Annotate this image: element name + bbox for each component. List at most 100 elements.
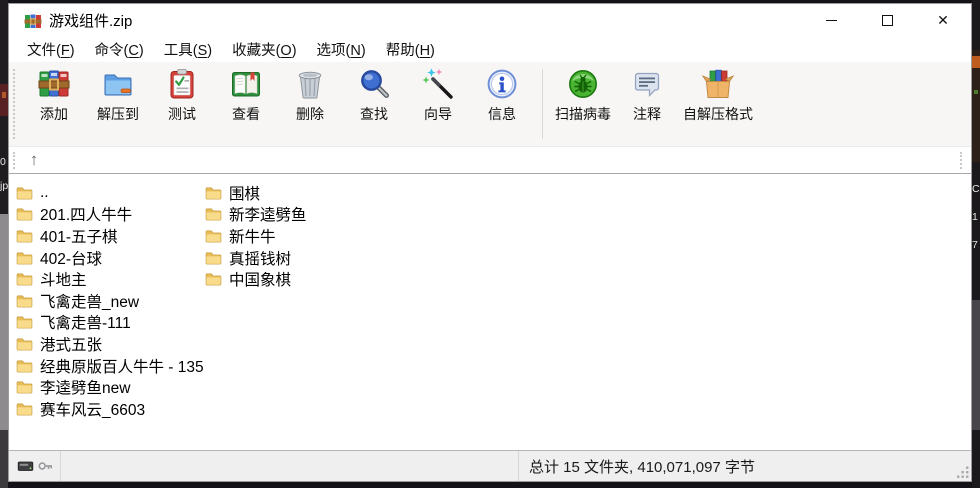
wizard-icon: [422, 68, 454, 100]
maximize-button[interactable]: [859, 4, 915, 37]
extract-to-button[interactable]: 解压到: [86, 67, 150, 124]
desktop-edge-right: C 1 7: [972, 0, 980, 488]
menu-mnemonic: F: [61, 43, 70, 59]
list-item[interactable]: 赛车风云_6603: [16, 398, 204, 420]
virus-scan-button[interactable]: 扫描病毒: [551, 67, 615, 124]
list-item-label: 中国象棋: [229, 268, 291, 290]
folder-icon: [16, 315, 33, 329]
address-bar: ↑: [9, 146, 971, 173]
list-item-label: 港式五张: [40, 333, 102, 355]
desktop-icon-fragment: [972, 50, 980, 162]
test-button[interactable]: 测试: [150, 67, 214, 124]
minimize-button[interactable]: [803, 4, 859, 37]
folder-icon: [205, 272, 222, 286]
delete-button[interactable]: 删除: [278, 67, 342, 124]
desktop-text-fragment: C: [972, 184, 980, 195]
list-item[interactable]: 飞禽走兽-111: [16, 312, 204, 334]
sfx-icon: [702, 68, 734, 100]
view-button[interactable]: 查看: [214, 67, 278, 124]
list-item[interactable]: 围棋: [205, 182, 307, 204]
file-list[interactable]: .. 201.四人牛牛 401-五子棋 402-台球 斗地主 飞禽走兽_new …: [9, 173, 971, 451]
toolbar-button-label: 查看: [232, 104, 260, 124]
folder-icon: [16, 294, 33, 308]
test-archive-icon: [166, 68, 198, 100]
add-archive-icon: [38, 68, 70, 100]
list-item-label: 飞禽走兽-111: [40, 311, 131, 333]
list-item-label: 围棋: [229, 182, 260, 204]
toolbar-button-label: 测试: [168, 104, 196, 124]
statusbar-icons-panel: [9, 451, 61, 481]
menu-label-part: 工具(: [164, 43, 198, 59]
list-item[interactable]: 中国象棋: [205, 268, 307, 290]
find-button[interactable]: 查找: [342, 67, 406, 124]
toolbar-button-label: 查找: [360, 104, 388, 124]
path-bar[interactable]: [49, 147, 971, 173]
folder-icon: [205, 207, 222, 221]
comment-icon: [631, 68, 663, 100]
winrar-archive-icon: [24, 13, 42, 29]
toolbar-separator: [542, 69, 543, 139]
toolbar-button-label: 信息: [488, 104, 516, 124]
list-item[interactable]: 斗地主: [16, 268, 204, 290]
toolbar-grip[interactable]: [13, 69, 15, 139]
maximize-icon: [882, 15, 893, 26]
close-button[interactable]: ✕: [915, 4, 971, 37]
menu-label-part: 命令(: [95, 43, 129, 59]
list-item[interactable]: 港式五张: [16, 333, 204, 355]
folder-icon: [205, 186, 222, 200]
list-item[interactable]: 新李逵劈鱼: [205, 204, 307, 226]
desktop-text-fragment: 7: [972, 240, 978, 251]
list-item-label: 401-五子棋: [40, 225, 118, 247]
menu-label-part: 选项(: [317, 43, 351, 59]
folder-icon: [16, 337, 33, 351]
list-item-label: 402-台球: [40, 247, 102, 269]
statusbar-middle-panel: [61, 451, 519, 481]
list-item[interactable]: 真摇钱树: [205, 247, 307, 269]
info-icon: [486, 68, 518, 100]
menu-label-part: 帮助(: [386, 43, 420, 59]
comment-button[interactable]: 注释: [615, 67, 679, 124]
menu-item-options[interactable]: 选项(N): [307, 37, 376, 62]
menu-mnemonic: S: [198, 43, 208, 59]
folder-icon: [16, 359, 33, 373]
list-item[interactable]: 新牛牛: [205, 225, 307, 247]
folder-icon: [16, 229, 33, 243]
list-item-parent-dir[interactable]: ..: [16, 182, 204, 204]
add-button[interactable]: 添加: [22, 67, 86, 124]
menu-item-help[interactable]: 帮助(H): [376, 37, 445, 62]
up-one-level-button[interactable]: ↑: [19, 148, 49, 172]
addressbar-grip-right[interactable]: [960, 152, 962, 169]
folder-icon: [16, 380, 33, 394]
list-item[interactable]: 李逵劈鱼new: [16, 376, 204, 398]
menu-item-file[interactable]: 文件(F): [17, 37, 85, 62]
list-item[interactable]: 401-五子棋: [16, 225, 204, 247]
virus-scan-icon: [567, 68, 599, 100]
desktop-text-fragment: 0: [0, 157, 6, 168]
menu-item-commands[interactable]: 命令(C): [85, 37, 154, 62]
info-button[interactable]: 信息: [470, 67, 534, 124]
list-item[interactable]: 飞禽走兽_new: [16, 290, 204, 312]
menu-item-favorites[interactable]: 收藏夹(O): [222, 37, 306, 62]
menu-label-part: ): [70, 43, 75, 59]
wizard-button[interactable]: 向导: [406, 67, 470, 124]
menu-label-part: ): [292, 43, 297, 59]
sfx-button[interactable]: 自解压格式: [679, 67, 757, 124]
view-file-icon: [230, 68, 262, 100]
drive-icon[interactable]: [17, 460, 34, 472]
key-icon[interactable]: [38, 460, 53, 472]
menu-label-part: ): [361, 43, 366, 59]
toolbar-button-label: 扫描病毒: [555, 104, 611, 124]
list-item[interactable]: 201.四人牛牛: [16, 204, 204, 226]
toolbar-button-label: 向导: [424, 104, 452, 124]
addressbar-grip[interactable]: [13, 152, 15, 169]
list-item[interactable]: 402-台球: [16, 247, 204, 269]
window-title: 游戏组件.zip: [49, 10, 132, 31]
background-fragment: [0, 430, 8, 488]
extract-to-icon: [102, 68, 134, 100]
menu-mnemonic: N: [350, 43, 360, 59]
menu-item-tools[interactable]: 工具(S): [154, 37, 222, 62]
file-list-column-1: .. 201.四人牛牛 401-五子棋 402-台球 斗地主 飞禽走兽_new …: [16, 182, 204, 420]
list-item[interactable]: 经典原版百人牛牛 - 135: [16, 355, 204, 377]
find-icon: [358, 68, 390, 100]
resize-grip[interactable]: [956, 466, 969, 479]
